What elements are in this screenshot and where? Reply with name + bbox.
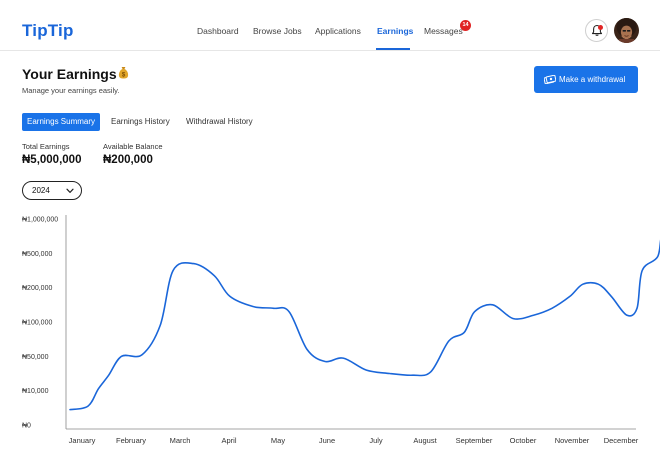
- total-earnings-label: Total Earnings: [22, 142, 70, 151]
- y-tick-label: ₦100,000: [22, 320, 52, 327]
- money-bag-icon: $: [118, 67, 129, 79]
- nav-earnings[interactable]: Earnings: [377, 26, 413, 36]
- y-tick-label: ₦10,000: [22, 388, 49, 395]
- earnings-series: [69, 239, 660, 411]
- nav-active-indicator: [376, 48, 410, 50]
- available-balance-label: Available Balance: [103, 142, 163, 151]
- tab-earnings-summary[interactable]: Earnings Summary: [22, 113, 101, 131]
- x-tick-label: July: [369, 436, 383, 445]
- tab-withdrawal-history[interactable]: Withdrawal History: [186, 113, 253, 131]
- x-axis-ticks: January February March April May June July Augu…: [69, 436, 639, 445]
- x-tick-label: December: [604, 436, 639, 445]
- x-tick-label: May: [271, 436, 285, 445]
- make-withdrawal-label: Make a withdrawal: [559, 75, 626, 84]
- y-tick-label: ₦1,000,000: [22, 217, 58, 224]
- nav-applications[interactable]: Applications: [315, 26, 361, 36]
- main-nav: Dashboard Browse Jobs Applications Earni…: [0, 26, 660, 46]
- page-title: Your Earnings: [22, 66, 117, 82]
- nav-messages[interactable]: Messages: [424, 26, 463, 36]
- x-tick-label: August: [413, 436, 437, 445]
- earnings-line: [69, 239, 660, 411]
- user-avatar-image: [616, 18, 637, 43]
- notifications-button[interactable]: [585, 19, 608, 42]
- earnings-chart: ₦0 ₦10,000 ₦50,000 ₦100,000 ₦200,000 ₦500,000…: [22, 215, 660, 445]
- y-axis-ticks: ₦0 ₦10,000 ₦50,000 ₦100,000 ₦200,000 ₦500,000…: [22, 217, 58, 430]
- avatar[interactable]: [614, 18, 639, 43]
- y-tick-label: ₦200,000: [22, 285, 52, 292]
- y-tick-label: ₦50,000: [22, 354, 49, 361]
- x-tick-label: February: [116, 436, 146, 445]
- tab-earnings-history[interactable]: Earnings History: [111, 113, 170, 131]
- notification-dot: [598, 25, 603, 30]
- top-bar: TipTip Dashboard Browse Jobs Application…: [0, 0, 660, 51]
- x-tick-label: November: [555, 436, 590, 445]
- x-tick-label: June: [319, 436, 335, 445]
- x-tick-label: April: [221, 436, 236, 445]
- x-tick-label: January: [69, 436, 96, 445]
- cash-icon: [544, 75, 556, 84]
- nav-browse-jobs[interactable]: Browse Jobs: [253, 26, 302, 36]
- x-tick-label: October: [510, 436, 537, 445]
- total-earnings-value: ₦5,000,000: [22, 154, 82, 166]
- year-select[interactable]: 2024: [22, 181, 82, 200]
- x-tick-label: March: [170, 436, 191, 445]
- make-withdrawal-button[interactable]: Make a withdrawal: [534, 66, 638, 93]
- available-balance-value: ₦200,000: [103, 154, 153, 166]
- y-tick-label: ₦0: [22, 423, 31, 430]
- x-tick-label: September: [456, 436, 493, 445]
- y-tick-label: ₦500,000: [22, 251, 52, 258]
- nav-dashboard[interactable]: Dashboard: [197, 26, 239, 36]
- chevron-down-icon: [66, 188, 74, 193]
- year-select-value: 2024: [32, 186, 50, 195]
- page-subtitle: Manage your earnings easily.: [22, 86, 120, 95]
- messages-badge: 14: [460, 20, 471, 31]
